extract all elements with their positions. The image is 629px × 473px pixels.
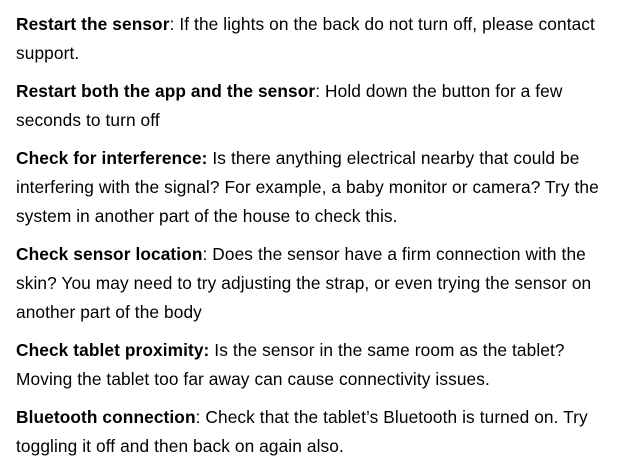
paragraph-restart-app-and-sensor: Restart both the app and the sensor: Hol… (16, 77, 619, 135)
paragraph-check-interference: Check for interference: Is there anythin… (16, 144, 619, 231)
paragraph-heading: Check tablet proximity: (16, 340, 210, 360)
paragraph-heading: Bluetooth connection (16, 407, 196, 427)
paragraph-restart-sensor: Restart the sensor: If the lights on the… (16, 10, 619, 68)
paragraph-heading: Check sensor location (16, 244, 203, 264)
paragraph-heading: Check for interference: (16, 148, 208, 168)
paragraph-heading: Restart the sensor (16, 14, 170, 34)
paragraph-check-tablet-proximity: Check tablet proximity: Is the sensor in… (16, 336, 619, 394)
paragraph-check-sensor-location: Check sensor location: Does the sensor h… (16, 240, 619, 327)
paragraph-heading: Restart both the app and the sensor (16, 81, 316, 101)
paragraph-bluetooth-connection: Bluetooth connection: Check that the tab… (16, 403, 619, 461)
troubleshooting-document: Restart the sensor: If the lights on the… (0, 0, 629, 461)
